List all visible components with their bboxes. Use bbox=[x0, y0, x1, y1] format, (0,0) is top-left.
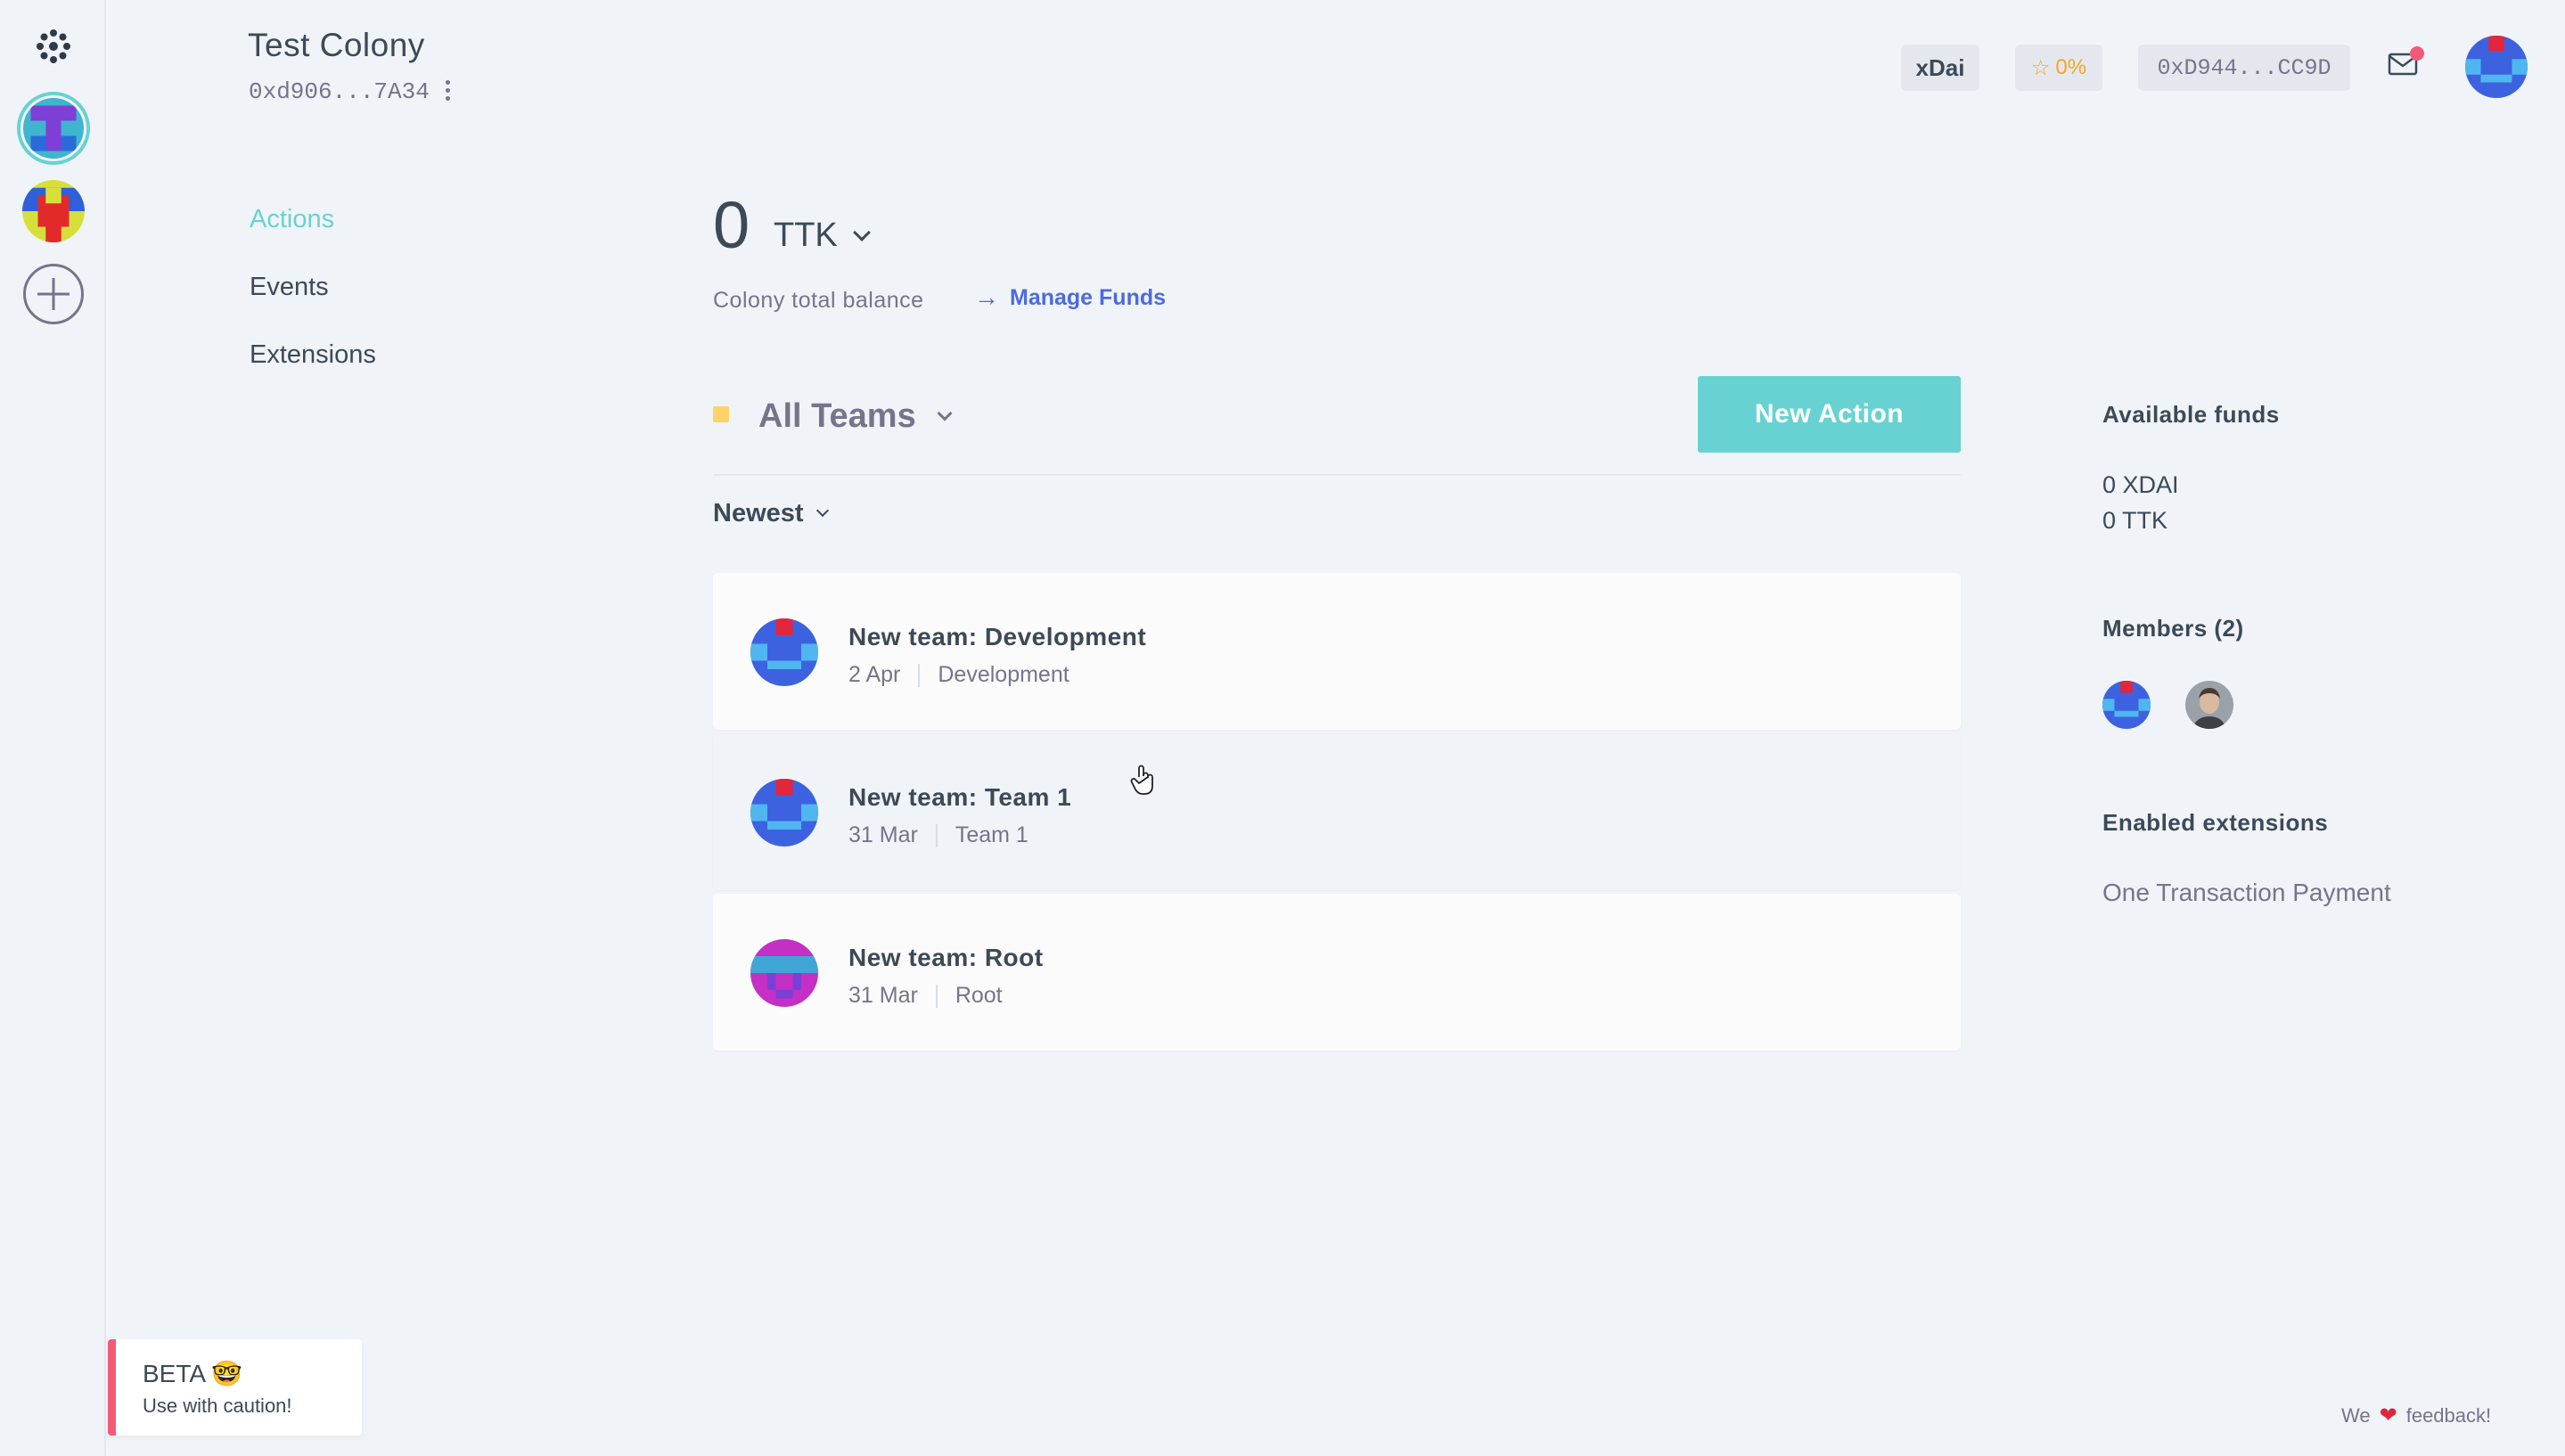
avatar bbox=[750, 779, 818, 847]
list-item[interactable]: New team: Root 31 Mar Root bbox=[713, 894, 1961, 1051]
subnav-item-actions[interactable]: Actions bbox=[250, 205, 376, 233]
token-symbol: TTK bbox=[774, 217, 838, 254]
colony-menu-icon[interactable] bbox=[444, 80, 451, 103]
action-date: 31 Mar bbox=[848, 983, 918, 1008]
network-badge: xDai bbox=[1901, 45, 1979, 91]
members-heading: Members (2) bbox=[2102, 615, 2244, 642]
balance-label: Colony total balance bbox=[713, 288, 924, 313]
feedback-suffix: feedback! bbox=[2405, 1403, 2492, 1427]
beta-subtitle: Use with caution! bbox=[143, 1395, 292, 1417]
chevron-down-icon bbox=[852, 223, 871, 241]
notification-dot bbox=[2410, 46, 2424, 61]
reputation-value: 0% bbox=[2055, 55, 2087, 79]
user-avatar[interactable] bbox=[2465, 36, 2528, 98]
hand-cursor-icon bbox=[1130, 765, 1153, 795]
token-selector[interactable]: TTK bbox=[774, 217, 871, 255]
manage-funds-label: Manage Funds bbox=[1010, 284, 1167, 310]
action-team: Development bbox=[938, 662, 1069, 687]
reputation-badge[interactable]: ☆ 0% bbox=[2015, 45, 2102, 91]
avatar[interactable] bbox=[2185, 681, 2233, 729]
action-meta: 31 Mar Root bbox=[848, 983, 1003, 1009]
team-color-dot bbox=[713, 406, 729, 422]
team-selector[interactable]: All Teams bbox=[758, 397, 953, 436]
action-meta: 2 Apr Development bbox=[848, 662, 1069, 688]
feedback-prefix: We bbox=[2341, 1403, 2371, 1427]
new-action-button[interactable]: New Action bbox=[1698, 376, 1961, 453]
action-title: New team: Development bbox=[848, 623, 1147, 650]
star-icon: ☆ bbox=[2030, 55, 2051, 80]
beta-title: BETA 🤓 bbox=[143, 1360, 243, 1387]
list-item[interactable]: New team: Team 1 31 Mar Team 1 bbox=[713, 733, 1961, 890]
heart-icon: ❤ bbox=[2379, 1403, 2397, 1427]
list-item[interactable]: New team: Development 2 Apr Development bbox=[713, 573, 1961, 730]
avatar bbox=[750, 939, 818, 1007]
action-team: Team 1 bbox=[955, 822, 1028, 847]
action-title: New team: Team 1 bbox=[848, 783, 1072, 811]
chevron-down-icon bbox=[815, 503, 829, 517]
colony-address[interactable]: 0xd906...7A34 bbox=[249, 78, 430, 105]
divider bbox=[713, 474, 1961, 476]
available-funds-heading: Available funds bbox=[2102, 401, 2280, 428]
colony-avatar-other[interactable] bbox=[22, 180, 85, 242]
extensions-heading: Enabled extensions bbox=[2102, 809, 2329, 836]
meta-separator bbox=[935, 984, 938, 1008]
colony-subnav: Actions Events Extensions bbox=[250, 205, 376, 408]
beta-banner: BETA 🤓 Use with caution! bbox=[108, 1339, 362, 1436]
fund-xdai: 0 XDAI bbox=[2102, 471, 2179, 498]
fund-ttk: 0 TTK bbox=[2102, 507, 2168, 534]
action-date: 31 Mar bbox=[848, 822, 918, 847]
sort-selector[interactable]: Newest bbox=[713, 499, 829, 528]
colony-avatar-test-colony[interactable] bbox=[17, 92, 90, 165]
arrow-right-icon: → bbox=[974, 283, 999, 311]
wallet-address-button[interactable]: 0xD944...CC9D bbox=[2138, 45, 2350, 91]
action-title: New team: Root bbox=[848, 944, 1044, 971]
colony-name: Test Colony bbox=[248, 27, 425, 63]
action-meta: 31 Mar Team 1 bbox=[848, 822, 1028, 848]
meta-separator bbox=[918, 663, 921, 687]
subnav-item-extensions[interactable]: Extensions bbox=[250, 340, 376, 369]
team-selector-label: All Teams bbox=[758, 397, 916, 435]
avatar bbox=[750, 618, 818, 686]
feedback-link[interactable]: We ❤ feedback! bbox=[2341, 1403, 2491, 1428]
extension-item[interactable]: One Transaction Payment bbox=[2102, 879, 2391, 907]
action-team: Root bbox=[955, 983, 1003, 1008]
subnav-item-events[interactable]: Events bbox=[250, 273, 376, 301]
action-list: New team: Development 2 Apr Development … bbox=[713, 573, 1961, 1054]
meta-separator bbox=[935, 823, 938, 847]
colony-logo-icon[interactable] bbox=[36, 29, 71, 64]
colony-rail bbox=[0, 0, 106, 1456]
avatar[interactable] bbox=[2102, 681, 2151, 729]
add-colony-button[interactable] bbox=[23, 264, 84, 324]
action-date: 2 Apr bbox=[848, 662, 901, 687]
manage-funds-link[interactable]: → Manage Funds bbox=[974, 283, 1166, 312]
sort-label: Newest bbox=[713, 499, 804, 528]
chevron-down-icon bbox=[937, 405, 953, 421]
balance-amount: 0 bbox=[713, 188, 750, 262]
